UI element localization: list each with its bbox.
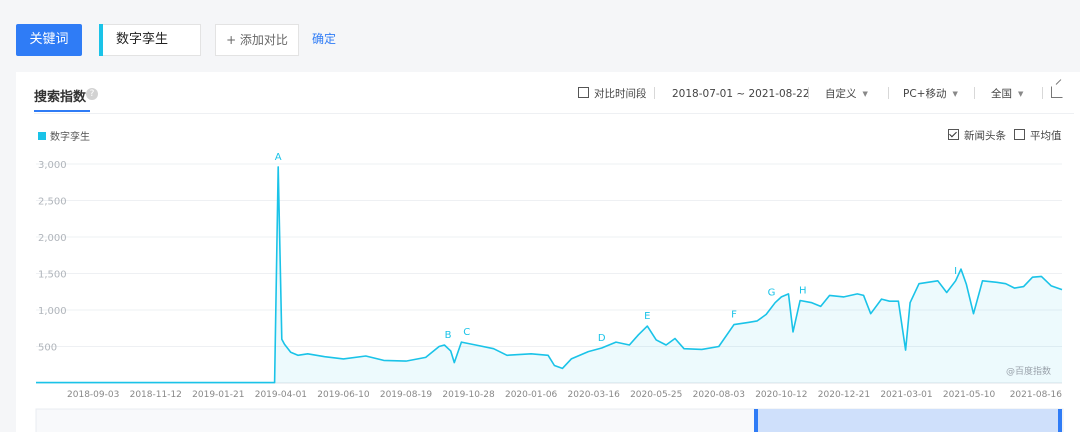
- y-tick-label: 500: [38, 343, 57, 354]
- y-tick-label: 2,000: [38, 233, 67, 244]
- x-tick-label: 2019-01-21: [192, 390, 244, 400]
- search-index-panel: 搜索指数 ? 对比时间段 2018-07-01 ~ 2021-08-22 自定义…: [16, 72, 1080, 432]
- x-tick-label: 2021-08-16: [1010, 390, 1063, 400]
- keyword-button[interactable]: 关键词: [16, 24, 82, 56]
- keyword-input[interactable]: 数字孪生: [99, 24, 201, 56]
- range-slider-handle-left[interactable]: [754, 409, 758, 432]
- y-tick-label: 1,500: [38, 270, 67, 281]
- series-area: [36, 166, 1062, 383]
- keyword-bar: 关键词 数字孪生 + 添加对比 确定: [0, 0, 1080, 72]
- news-annotation-marker[interactable]: C: [463, 327, 470, 338]
- x-tick-label: 2019-10-28: [442, 390, 495, 400]
- news-annotation-marker[interactable]: F: [731, 310, 737, 321]
- search-index-chart[interactable]: 500 1,000 1,500 2,000 2,500 3,000 A B C D E F G H I 2…: [16, 72, 1080, 432]
- x-tick-label: 2020-03-16: [568, 390, 621, 400]
- news-annotation-marker[interactable]: G: [768, 288, 776, 299]
- x-tick-label: 2020-08-03: [693, 390, 745, 400]
- news-annotation-marker[interactable]: A: [275, 152, 282, 163]
- y-tick-label: 3,000: [38, 160, 67, 171]
- x-tick-label: 2020-01-06: [505, 390, 558, 400]
- confirm-link[interactable]: 确定: [312, 24, 336, 56]
- news-annotation-marker[interactable]: B: [445, 330, 452, 341]
- news-annotation-marker[interactable]: D: [598, 333, 606, 344]
- x-tick-label: 2019-04-01: [255, 390, 307, 400]
- x-tick-label: 2021-05-10: [943, 390, 996, 400]
- x-tick-label: 2020-05-25: [630, 390, 682, 400]
- news-annotation-marker[interactable]: H: [799, 286, 807, 297]
- x-tick-label: 2020-10-12: [755, 390, 807, 400]
- x-tick-label: 2018-11-12: [130, 390, 182, 400]
- y-tick-label: 1,000: [38, 306, 67, 317]
- x-tick-label: 2018-09-03: [67, 390, 119, 400]
- watermark: @百度指数: [1006, 367, 1052, 377]
- range-slider-selection[interactable]: [756, 409, 1062, 432]
- x-tick-label: 2019-08-19: [380, 390, 433, 400]
- x-tick-label: 2021-03-01: [880, 390, 932, 400]
- y-tick-label: 2,500: [38, 197, 67, 208]
- x-tick-label: 2019-06-10: [317, 390, 370, 400]
- x-tick-label: 2020-12-21: [818, 390, 870, 400]
- news-annotation-marker[interactable]: I: [954, 266, 957, 277]
- add-compare-button[interactable]: + 添加对比: [215, 24, 299, 56]
- range-slider-handle-right[interactable]: [1058, 409, 1062, 432]
- news-annotation-marker[interactable]: E: [644, 311, 650, 322]
